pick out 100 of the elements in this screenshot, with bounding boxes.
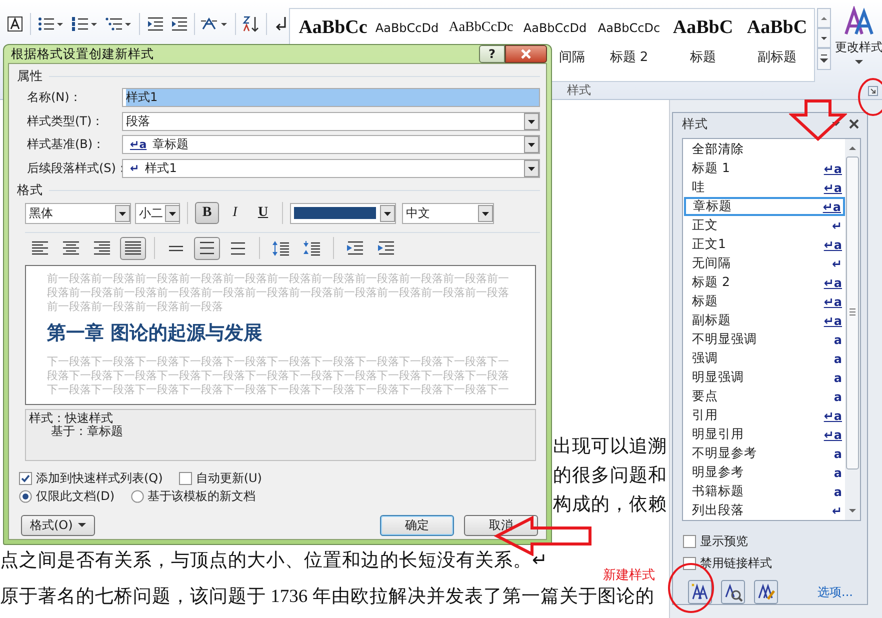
size-dropdown[interactable]: 小二 [135,202,180,224]
text-box-icon[interactable] [6,15,24,33]
style-list-item[interactable]: 要点 a [684,387,845,406]
dropdown-field[interactable]: ↵a 章标题 [122,135,540,154]
style-list-item[interactable]: 明显引用 ↵a [684,425,845,444]
style-list-item[interactable]: 无间隔 ↵ [684,254,845,273]
radio-button[interactable] [19,490,32,502]
close-icon[interactable] [849,119,859,129]
justify-button[interactable] [120,236,146,260]
document-text: 原于著名的七桥问题，该问题于 1736 年由欧拉解决并发表了第一篇关于图论的 [0,586,654,608]
help-button[interactable]: ? [479,45,505,63]
double-spacing-icon [229,240,247,256]
style-inspector-button[interactable] [721,580,745,604]
style-name: 列出段落 [692,502,745,519]
manage-styles-button[interactable] [754,580,778,604]
language-dropdown[interactable]: 中文 [402,202,494,224]
options-link[interactable]: 选项... [818,584,853,600]
style-name: 正文 [692,217,719,234]
single-spacing-icon [167,244,185,252]
style-list-item[interactable]: 正文 ↵ [684,216,845,235]
style-list-item[interactable]: 标题 2 ↵a [684,273,845,292]
field-label: 名称(N)： [26,89,82,106]
style-list-item[interactable]: 不明显参考 a [684,444,845,463]
style-list-item[interactable]: 正文1 ↵a [684,235,845,254]
numbered-list-icon[interactable] [71,15,99,33]
field-value: 段落 [126,112,151,130]
scroll-down-button[interactable] [817,28,831,48]
style-list-item[interactable]: 副标题 ↵a [684,311,845,330]
scrollbar[interactable] [845,139,860,520]
preview-heading: 第一章 图论的起源与发展 [47,321,264,345]
checkbox-label: 显示预览 [700,533,748,550]
multilevel-list-icon[interactable] [105,15,133,33]
style-type-marker: ↵a [824,238,842,252]
style-name: 强调 [692,350,719,367]
style-gallery-item[interactable]: AaBbC 副标题 [740,9,814,81]
style-gallery-item[interactable]: AaBbCcDc 标题 2 [592,9,666,81]
style-gallery-item[interactable]: AaBbC 标题 [666,9,740,81]
style-type-marker: ↵a [824,428,842,442]
checkbox[interactable] [19,472,32,484]
style-type-marker: a [834,332,842,346]
gallery-more-button[interactable] [817,48,831,70]
style-list-item[interactable]: 不明显强调 a [684,330,845,349]
style-list-item[interactable]: 标题 1 ↵a [684,159,845,178]
bold-button[interactable]: B [195,202,219,224]
new-style-button[interactable] [688,580,712,604]
letters-icon [844,6,874,36]
scroll-up-button[interactable] [817,8,831,28]
field-value: 黑体 [29,204,54,222]
style-name: 标题 [692,293,719,310]
sort-icon[interactable] [242,15,260,33]
italic-button[interactable]: I [223,202,247,224]
underline-button[interactable]: U [251,202,275,224]
style-name: 引用 [692,407,719,424]
font-dropdown[interactable]: 黑体 [25,202,131,224]
decrease-indent-icon[interactable] [146,15,164,33]
align-right-icon [93,240,111,256]
checkbox[interactable] [178,472,192,484]
caret-icon [855,59,863,65]
ok-button[interactable]: 确定 [380,514,454,536]
field-label: 样式类型(T)： [26,112,105,130]
one-half-spacing-button[interactable] [194,236,220,260]
caret-icon[interactable] [832,121,840,127]
document-text: 点之间是否有关系，与顶点的大小、位置和边的长短没有关系。↵ [0,550,548,572]
bullet-list-icon[interactable] [37,15,65,33]
style-list-item[interactable]: 标题 ↵a [684,292,845,311]
style-list-item[interactable]: 明显参考 a [684,463,845,482]
style-list-item[interactable]: 书籍标题 a [684,482,845,501]
checkbox[interactable] [683,535,696,548]
radio-button[interactable] [130,490,144,502]
dialog-launcher-icon[interactable] [868,86,878,96]
style-name: 副标题 [692,312,732,329]
style-list-item[interactable]: 强调 a [684,349,845,368]
one-half-spacing-icon [198,241,216,255]
document-text: 的很多问题和 [553,465,668,487]
field-value: 中文 [406,204,431,222]
style-type-marker: ↵a [822,200,841,214]
checkbox-label: 自动更新(U) [196,470,262,486]
style-list-item[interactable]: 明显强调 a [684,368,845,387]
increase-indent-icon[interactable] [170,15,188,33]
close-button[interactable] [505,45,547,63]
style-type-marker: ↵a [824,162,842,176]
style-list-item[interactable]: 章标题 ↵a [684,197,845,216]
style-type-marker: ↵a [130,138,147,152]
description-text: 基于：章标题 [50,425,124,438]
checkbox-label: 禁用链接样式 [700,555,772,572]
style-list-item[interactable]: 哇 ↵a [684,178,845,197]
style-type-marker: a [834,390,842,404]
style-name: 章标题 [693,198,733,215]
format-menu-button[interactable]: 格式(O) [21,514,95,536]
color-dropdown[interactable] [290,202,396,224]
style-type-marker: ↵a [824,180,842,194]
style-list-item[interactable]: 引用 ↵a [684,406,845,425]
arrow-annotation [789,99,847,141]
dropdown-field[interactable]: 段落 [122,112,540,131]
style-list-item[interactable]: 全部清除 [684,140,845,159]
style-type-marker: ↵a [824,294,842,308]
style-list-item[interactable]: 列出段落 ↵ [684,501,845,520]
paragraph-mark-icon[interactable] [273,15,289,33]
dropdown-field[interactable]: ↵ 样式1 [122,158,540,178]
section-heading: 格式 [17,182,43,198]
